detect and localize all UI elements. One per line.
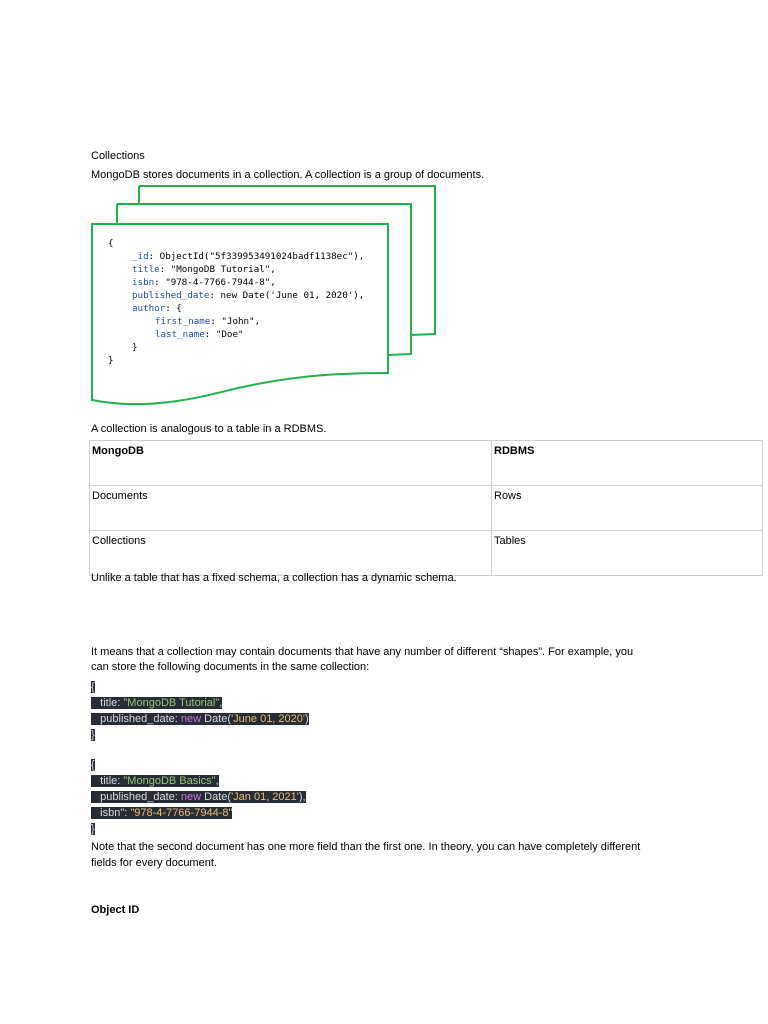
code-line: } (91, 823, 95, 835)
code-line: { (91, 681, 95, 693)
collections-heading: Collections (91, 150, 145, 162)
table-header-cell: MongoDB (89, 440, 492, 486)
table-row: Collections Tables (89, 530, 763, 576)
diagram-line: _id: ObjectId("5f339953491024badf1138ec"… (132, 251, 365, 262)
table-cell: Rows (491, 485, 763, 531)
diagram-line: } (108, 355, 114, 366)
collections-intro: MongoDB stores documents in a collection… (91, 169, 485, 181)
diagram-line: title: "MongoDB Tutorial", (132, 264, 276, 275)
table-cell: Collections (89, 530, 492, 576)
table-row: Documents Rows (89, 485, 763, 531)
table-header-cell: RDBMS (491, 440, 763, 486)
note-line1: Note that the second document has one mo… (91, 841, 641, 853)
code-line: isbn": "978-4-7766-7944-8" (91, 807, 233, 819)
object-id-heading: Object ID (91, 904, 140, 916)
diagram-line: last_name: "Doe" (155, 329, 244, 340)
schema-text: Unlike a table that has a fixed schema, … (91, 572, 457, 584)
diagram-line: } (132, 342, 138, 353)
shapes-text-line2: can store the following documents in the… (91, 661, 370, 673)
analogy-text: A collection is analogous to a table in … (91, 423, 327, 435)
diagram-line: published_date: new Date('June 01, 2020'… (132, 290, 365, 301)
table-cell: Tables (491, 530, 763, 576)
table-header-row: MongoDB RDBMS (89, 440, 763, 486)
code-line: published_date: new Date('Jan 01, 2021')… (91, 791, 306, 803)
code-line: title: "MongoDB Tutorial", (91, 697, 223, 709)
note-line2: fields for every document. (91, 857, 217, 869)
table-cell: Documents (89, 485, 492, 531)
diagram-line: { (108, 238, 114, 249)
comparison-table: MongoDB RDBMS Documents Rows Collections… (89, 440, 763, 576)
code-line: } (91, 729, 95, 741)
code-block-1: { title: "MongoDB Tutorial", published_d… (91, 679, 309, 743)
diagram-line: isbn: "978-4-7766-7944-8", (132, 277, 276, 288)
code-line: title: "MongoDB Basics", (91, 775, 219, 787)
code-line: published_date: new Date('June 01, 2020'… (91, 713, 309, 725)
code-line: { (91, 759, 95, 771)
shapes-text-line1: It means that a collection may contain d… (91, 646, 634, 658)
diagram-line: first_name: "John", (155, 316, 261, 327)
code-block-2: { title: "MongoDB Basics", published_dat… (91, 757, 306, 837)
diagram-line: author: { (132, 303, 182, 314)
collection-diagram: { _id: ObjectId("5f339953491024badf1138e… (88, 183, 440, 413)
